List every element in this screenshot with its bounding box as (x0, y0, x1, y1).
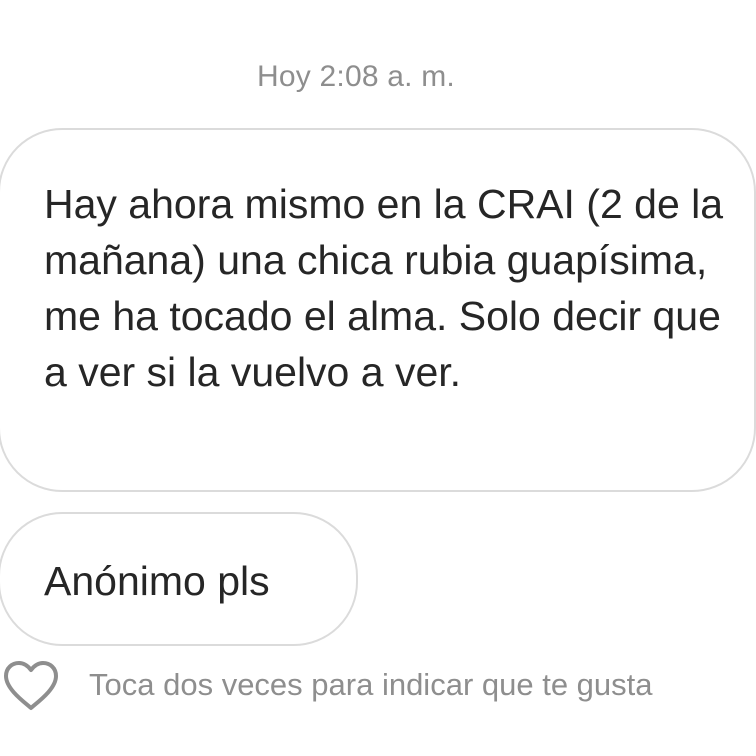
message-text: Anónimo pls (44, 558, 270, 604)
timestamp: Hoy 2:08 a. m. (257, 60, 455, 93)
message-text: Hay ahora mismo en la CRAI (2 de la maña… (44, 181, 724, 395)
message-bubble[interactable]: Hay ahora mismo en la CRAI (2 de la maña… (0, 128, 756, 492)
like-hint-text: Toca dos veces para indicar que te gusta (89, 667, 653, 702)
message-bubble[interactable]: Anónimo pls (0, 512, 358, 646)
heart-outline-icon[interactable] (2, 660, 60, 712)
like-row: Toca dos veces para indicar que te gusta (0, 660, 756, 716)
